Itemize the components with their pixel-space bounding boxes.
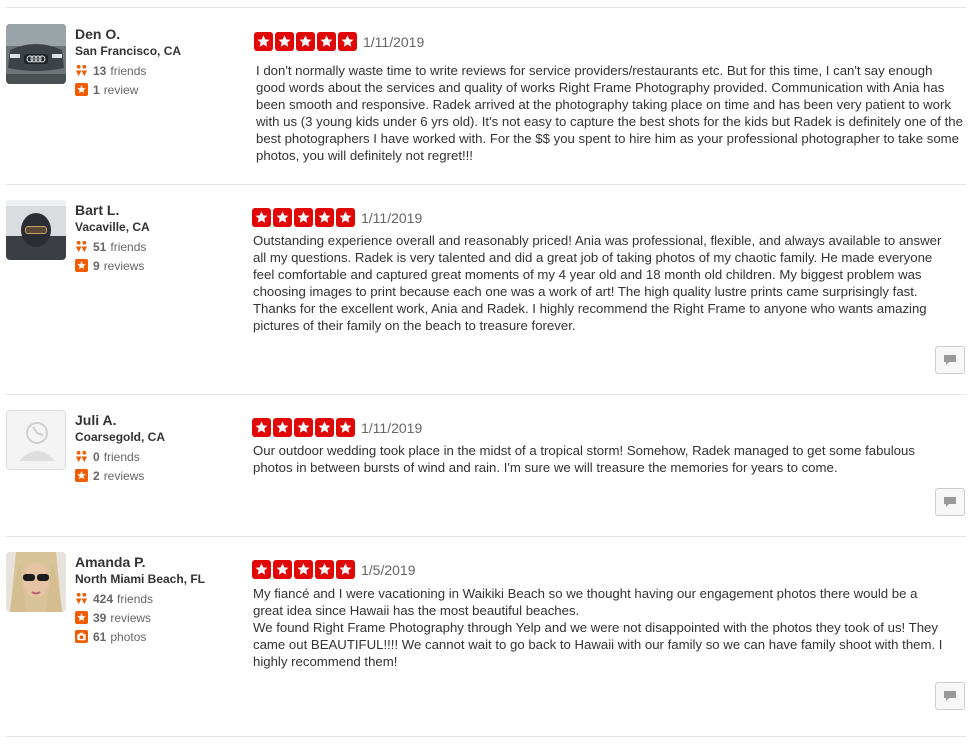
star-icon	[254, 32, 273, 51]
friends-icon	[75, 64, 88, 77]
speech-bubble-icon	[944, 691, 956, 701]
user-location: Vacaville, CA	[75, 220, 150, 234]
user-location: Coarsegold, CA	[75, 430, 166, 444]
user-name[interactable]: Amanda P.	[75, 554, 245, 571]
divider	[6, 184, 966, 185]
comment-button[interactable]	[935, 346, 965, 374]
speech-bubble-icon	[944, 497, 956, 507]
review-date: 1/5/2019	[361, 562, 416, 578]
avatar[interactable]	[6, 552, 66, 612]
star-icon	[252, 560, 271, 579]
review-date: 1/11/2019	[363, 34, 425, 50]
star-icon	[275, 32, 294, 51]
star-icon	[317, 32, 336, 51]
star-icon	[336, 418, 355, 437]
star-icon	[252, 208, 271, 227]
star-icon	[336, 208, 355, 227]
review-count: 1 review	[75, 80, 245, 99]
star-rating	[254, 32, 359, 51]
user-name[interactable]: Juli A.	[75, 412, 245, 429]
camera-icon	[75, 630, 88, 643]
review-text: Outstanding experience overall and reaso…	[253, 233, 942, 333]
review-date: 1/11/2019	[361, 210, 423, 226]
divider	[6, 394, 966, 395]
star-icon	[296, 32, 315, 51]
star-icon	[294, 560, 313, 579]
friends-icon	[75, 450, 88, 463]
star-icon	[315, 208, 334, 227]
friends-count: 424 friends	[75, 589, 245, 608]
divider	[6, 736, 966, 737]
star-icon	[273, 208, 292, 227]
review-text: My fiancé and I were vacationing in Waik…	[253, 586, 943, 669]
star-rating	[252, 418, 357, 437]
star-icon	[338, 32, 357, 51]
speech-bubble-icon	[944, 355, 956, 365]
friends-count: 13 friends	[75, 61, 245, 80]
review-star-icon	[75, 469, 88, 482]
review-count: 2 reviews	[75, 466, 245, 485]
user-name[interactable]: Den O.	[75, 26, 245, 43]
star-icon	[336, 560, 355, 579]
friends-icon	[75, 592, 88, 605]
star-icon	[294, 208, 313, 227]
divider	[6, 7, 966, 8]
friends-count: 51 friends	[75, 237, 245, 256]
friends-count: 0 friends	[75, 447, 245, 466]
user-name[interactable]: Bart L.	[75, 202, 245, 219]
review-star-icon	[75, 259, 88, 272]
user-location: San Francisco, CA	[75, 44, 182, 58]
star-icon	[273, 418, 292, 437]
divider	[6, 536, 966, 537]
comment-button[interactable]	[935, 682, 965, 710]
star-rating	[252, 208, 357, 227]
review-star-icon	[75, 83, 88, 96]
photo-count: 61 photos	[75, 627, 245, 646]
review-date: 1/11/2019	[361, 420, 423, 436]
review-text: I don't normally waste time to write rev…	[256, 63, 963, 163]
star-icon	[315, 418, 334, 437]
star-icon	[273, 560, 292, 579]
review-star-icon	[75, 611, 88, 624]
avatar[interactable]	[6, 24, 66, 84]
star-icon	[252, 418, 271, 437]
avatar[interactable]	[6, 200, 66, 260]
comment-button[interactable]	[935, 488, 965, 516]
user-location: North Miami Beach, FL	[75, 572, 206, 586]
review-count: 39 reviews	[75, 608, 245, 627]
star-icon	[294, 418, 313, 437]
review-count: 9 reviews	[75, 256, 245, 275]
avatar[interactable]	[6, 410, 66, 470]
star-rating	[252, 560, 357, 579]
friends-icon	[75, 240, 88, 253]
review-text: Our outdoor wedding took place in the mi…	[253, 443, 915, 475]
star-icon	[315, 560, 334, 579]
